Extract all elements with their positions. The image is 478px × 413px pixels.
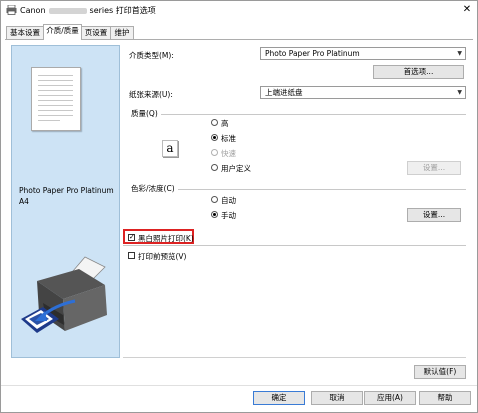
window-title-prefix: Canon: [20, 6, 46, 15]
help-button[interactable]: 帮助: [419, 391, 471, 405]
close-icon[interactable]: ✕: [460, 3, 474, 17]
tab-basic[interactable]: 基本设置: [6, 26, 44, 39]
chevron-down-icon: ▼: [457, 89, 462, 96]
paper-preview: [31, 67, 81, 131]
printer-illustration: [21, 256, 107, 333]
quality-standard-radio[interactable]: [211, 134, 218, 141]
preferences-button[interactable]: 首选项...: [373, 65, 464, 79]
color-auto-radio[interactable]: [211, 196, 218, 203]
grayscale-label[interactable]: 黑白照片打印(K): [138, 233, 194, 244]
footer-divider: [1, 385, 477, 386]
bottom-divider: [123, 357, 466, 358]
media-caption-size: A4: [19, 197, 29, 206]
quality-fast-label: 快速: [221, 149, 236, 158]
grayscale-checkbox[interactable]: ✓: [128, 234, 135, 241]
quality-custom-radio[interactable]: [211, 164, 218, 171]
tab-media-quality[interactable]: 介质/质量: [43, 24, 82, 40]
color-group-label: 色彩/浓度(C): [131, 183, 178, 194]
color-manual-label[interactable]: 手动: [221, 210, 236, 221]
cancel-button[interactable]: 取消: [311, 391, 363, 405]
apply-button[interactable]: 应用(A): [364, 391, 416, 405]
media-caption: Photo Paper Pro Platinum A4: [19, 185, 114, 207]
media-type-label: 介质类型(M):: [129, 51, 174, 60]
paper-source-select[interactable]: 上端进纸盘 ▼: [260, 86, 466, 99]
quality-high-radio[interactable]: [211, 119, 218, 126]
dialog-window: Canon series 打印首选项 ✕ 基本设置 介质/质量 页设置 维护 Ph…: [0, 0, 478, 413]
preview-before-print-label[interactable]: 打印前预览(V): [138, 251, 186, 262]
paper-source-label: 纸张来源(U):: [129, 90, 173, 99]
tab-page-setup[interactable]: 页设置: [81, 26, 111, 39]
chevron-down-icon: ▼: [457, 50, 462, 57]
paper-source-value: 上端进纸盘: [265, 88, 303, 97]
tab-maintenance[interactable]: 维护: [110, 26, 134, 39]
quality-group-line: [133, 114, 466, 115]
redacted-model-name: [48, 7, 87, 14]
color-auto-label[interactable]: 自动: [221, 195, 236, 206]
quality-custom-label[interactable]: 用户定义: [221, 163, 251, 174]
color-settings-button[interactable]: 设置...: [407, 208, 461, 222]
media-type-select[interactable]: Photo Paper Pro Platinum ▼: [260, 47, 466, 60]
media-caption-name: Photo Paper Pro Platinum: [19, 186, 114, 195]
title-bar: Canon series 打印首选项 ✕: [1, 1, 477, 19]
window-title-suffix: series 打印首选项: [89, 6, 156, 15]
options-divider: [123, 245, 466, 246]
printer-app-icon: [6, 5, 17, 15]
quality-settings-button: 设置...: [407, 161, 461, 175]
quality-fast-radio: [211, 149, 218, 156]
color-group-line: [133, 189, 466, 190]
media-type-value: Photo Paper Pro Platinum: [265, 49, 360, 58]
ok-button[interactable]: 确定: [253, 391, 305, 405]
defaults-button[interactable]: 默认值(F): [414, 365, 466, 379]
quality-high-label[interactable]: 高: [221, 118, 229, 129]
quality-standard-label[interactable]: 标准: [221, 133, 236, 144]
color-manual-radio[interactable]: [211, 211, 218, 218]
quality-preview-icon: a: [162, 140, 178, 157]
window-title: Canon series 打印首选项: [20, 5, 156, 16]
quality-group-label: 质量(Q): [131, 108, 161, 119]
preview-before-print-checkbox[interactable]: [128, 252, 135, 259]
